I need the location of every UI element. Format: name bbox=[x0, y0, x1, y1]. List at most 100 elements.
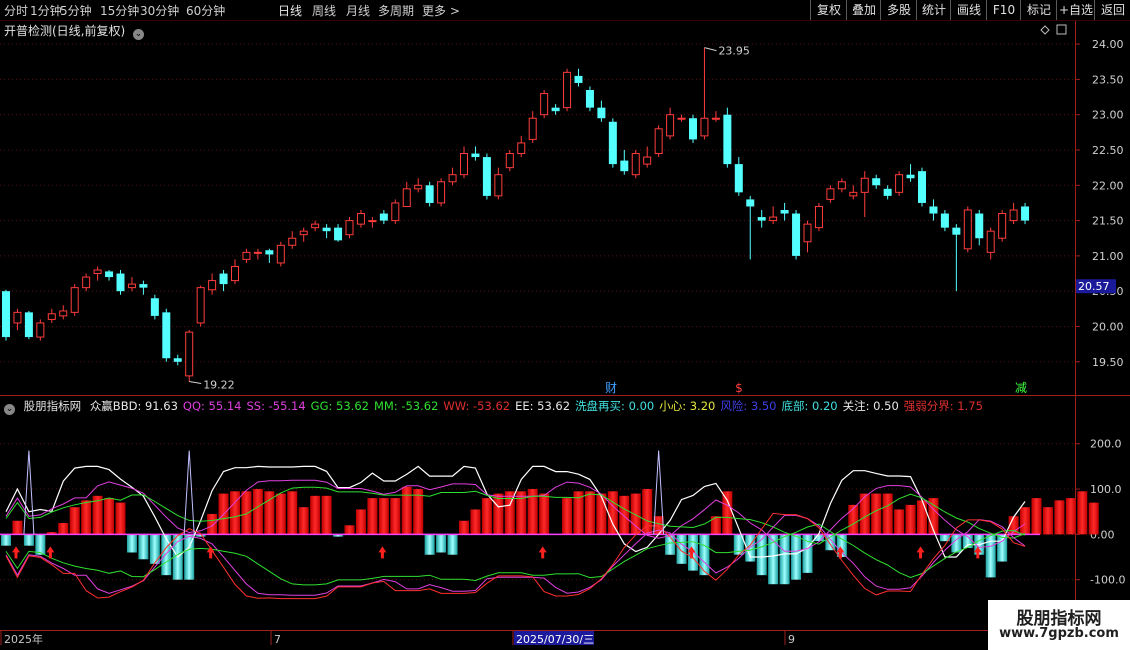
toolbar-button-1[interactable]: 叠加 bbox=[846, 0, 881, 20]
candle-body bbox=[734, 164, 743, 193]
candle-4 bbox=[47, 308, 56, 323]
indicator-bar-56 bbox=[642, 489, 653, 535]
diamond-icon bbox=[1040, 25, 1050, 35]
candle-75 bbox=[860, 171, 869, 218]
period-tab-3[interactable]: 15分钟 bbox=[100, 2, 139, 19]
candle-body bbox=[814, 205, 823, 229]
candle-33 bbox=[379, 210, 388, 225]
period-tab-2[interactable]: 5分钟 bbox=[60, 2, 92, 19]
period-tab-6[interactable]: 日线 bbox=[278, 2, 302, 19]
indicator-legend-item-10: 底部: 0.20 bbox=[781, 399, 838, 413]
toolbar-button-5[interactable]: F10 bbox=[986, 0, 1021, 20]
candle-53 bbox=[608, 118, 617, 168]
indicator-name[interactable]: 股朋指标网 bbox=[24, 399, 82, 413]
candle-body bbox=[59, 310, 68, 317]
candle-9 bbox=[105, 270, 114, 281]
candle-57 bbox=[654, 125, 663, 158]
buy-arrow-2 bbox=[206, 546, 215, 559]
price-tick-label: 21.50 bbox=[1092, 215, 1124, 228]
candle-41 bbox=[471, 146, 480, 161]
candle-15 bbox=[173, 354, 182, 366]
toolbar-button-3[interactable]: 统计 bbox=[916, 0, 951, 20]
candle-body bbox=[551, 107, 560, 112]
price-panel-title: 开普检测(日线,前复权) ⌄ bbox=[4, 22, 145, 40]
period-tab-0[interactable]: 分时 bbox=[4, 2, 28, 19]
indicator-legend-item-5: WW: -53.62 bbox=[443, 399, 511, 413]
toolbar-button-6[interactable]: 标记 bbox=[1020, 0, 1057, 20]
candle-81 bbox=[929, 199, 938, 221]
candle-body bbox=[242, 251, 251, 260]
period-tab-10[interactable]: 更多 > bbox=[422, 2, 460, 19]
candle-body bbox=[860, 177, 869, 193]
toolbar-button-7[interactable]: +自选 bbox=[1056, 0, 1095, 20]
candle-body bbox=[47, 313, 56, 320]
candle-31 bbox=[356, 210, 365, 228]
candle-body bbox=[162, 312, 171, 359]
indicator-dropdown-icon[interactable]: ⌄ bbox=[4, 404, 15, 415]
period-tab-8[interactable]: 月线 bbox=[346, 2, 370, 19]
indicator-bar-61 bbox=[699, 534, 710, 576]
candle-3 bbox=[36, 319, 45, 341]
indicator-bar-94 bbox=[1077, 491, 1088, 535]
indicator-bar-63 bbox=[722, 491, 733, 535]
indicator-bar-95 bbox=[1088, 502, 1099, 535]
indicator-bar-25 bbox=[287, 491, 298, 535]
candle-body bbox=[105, 271, 114, 278]
candle-body bbox=[414, 184, 423, 190]
candle-body bbox=[1009, 209, 1018, 222]
toolbar-button-8[interactable]: 返回 bbox=[1094, 0, 1130, 20]
indicator-bar-24 bbox=[275, 493, 286, 535]
toolbar-button-2[interactable]: 多股 bbox=[880, 0, 917, 20]
candle-body bbox=[93, 269, 102, 275]
candle-body bbox=[402, 188, 411, 207]
candle-body bbox=[826, 188, 835, 200]
candle-40 bbox=[460, 146, 468, 179]
period-tab-9[interactable]: 多周期 bbox=[378, 2, 414, 19]
period-tab-4[interactable]: 30分钟 bbox=[140, 2, 179, 19]
buy-arrow-3 bbox=[378, 546, 387, 559]
spike-1 bbox=[183, 450, 195, 535]
candle-body bbox=[265, 250, 274, 255]
candle-62 bbox=[711, 111, 720, 122]
candle-17 bbox=[196, 285, 205, 327]
date-label-0: 2025年 bbox=[4, 632, 43, 646]
spike-0 bbox=[23, 450, 35, 535]
indicator-bar-90 bbox=[1031, 498, 1042, 535]
candle-body bbox=[677, 117, 686, 120]
chart-canvas[interactable]: 24.0023.5023.0022.5022.0021.5021.0020.50… bbox=[0, 0, 1130, 650]
period-tab-1[interactable]: 1分钟 bbox=[30, 2, 62, 19]
candle-body bbox=[585, 90, 594, 108]
candle-body bbox=[368, 220, 377, 223]
candle-body bbox=[36, 322, 45, 338]
indicator-legend-item-0: 众赢BBD: 91.63 bbox=[89, 399, 178, 413]
candle-body bbox=[643, 156, 652, 165]
indicator-bar-69 bbox=[791, 534, 802, 580]
period-tab-5[interactable]: 60分钟 bbox=[186, 2, 225, 19]
candle-0 bbox=[2, 289, 10, 341]
candle-body bbox=[929, 206, 938, 214]
indicator-bar-35 bbox=[401, 486, 412, 535]
indicator-bar-37 bbox=[424, 534, 435, 555]
candle-84 bbox=[963, 206, 972, 253]
current-price-label: 20.57 bbox=[1078, 280, 1110, 293]
indicator-tick-label: -100.0 bbox=[1090, 574, 1125, 587]
indicator-legend-item-6: EE: 53.62 bbox=[515, 399, 571, 413]
candle-69 bbox=[792, 210, 801, 260]
date-label-1: 7 bbox=[274, 633, 281, 646]
indicator-bar-68 bbox=[779, 534, 790, 585]
candle-body bbox=[150, 298, 159, 316]
candle-6 bbox=[70, 284, 79, 316]
candle-body bbox=[425, 185, 434, 203]
indicator-legend-item-11: 关注: 0.50 bbox=[842, 399, 899, 413]
indicator-bar-30 bbox=[344, 525, 355, 535]
toolbar-button-4[interactable]: 画线 bbox=[950, 0, 987, 20]
indicator-bar-16 bbox=[184, 534, 195, 580]
toolbar-button-0[interactable]: 复权 bbox=[810, 0, 847, 20]
candle-body bbox=[437, 181, 446, 204]
title-dropdown-icon[interactable]: ⌄ bbox=[133, 29, 145, 40]
indicator-bar-11 bbox=[126, 534, 137, 553]
event-marker-1: $ bbox=[735, 381, 743, 395]
candle-65 bbox=[746, 195, 755, 260]
candle-body bbox=[448, 174, 457, 183]
period-tab-7[interactable]: 周线 bbox=[312, 2, 336, 19]
